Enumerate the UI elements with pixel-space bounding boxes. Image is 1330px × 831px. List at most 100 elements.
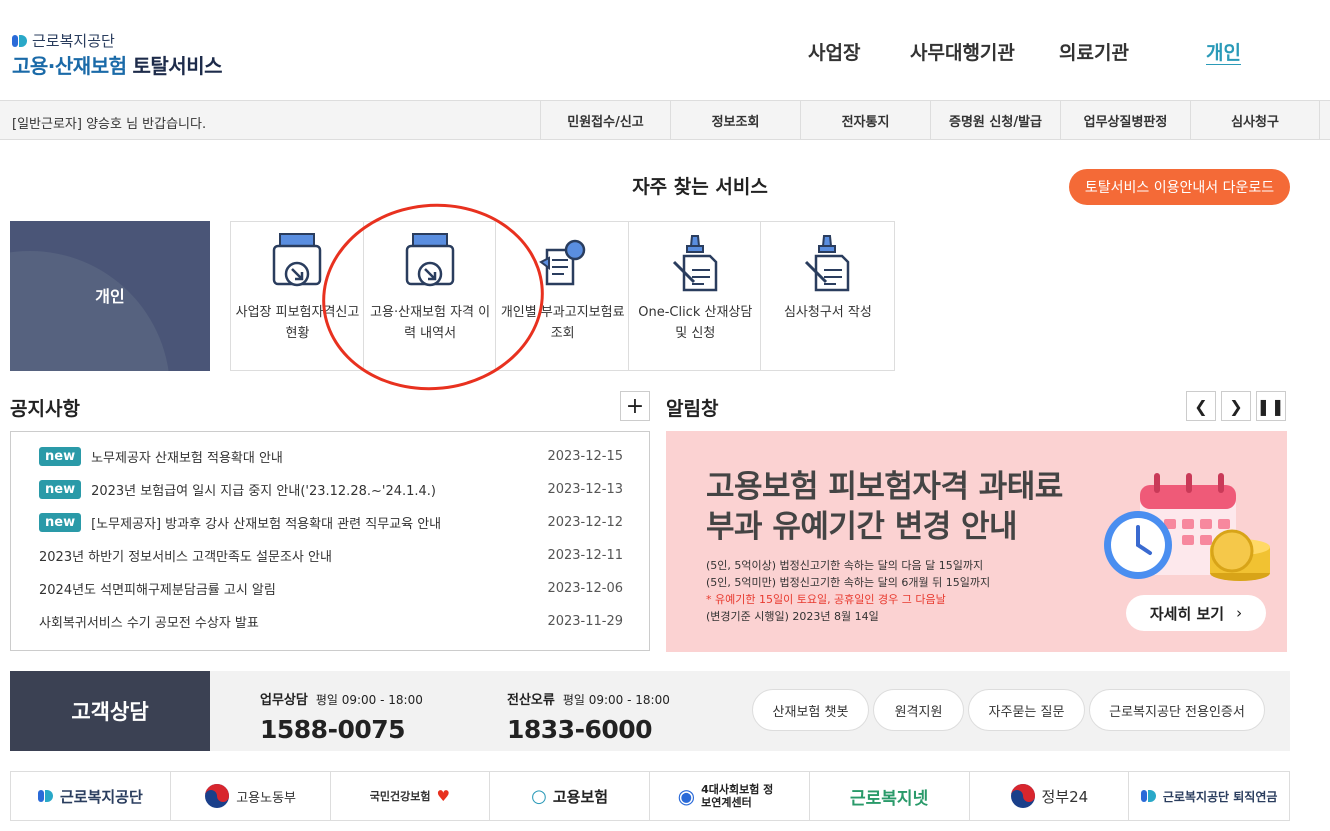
work-consult-title: 업무상담 — [260, 693, 308, 708]
work-consult-number: 1588-0075 — [260, 715, 406, 744]
notice-row[interactable]: new [노무제공자] 방과후 강사 산재보험 적용확대 관련 직무교육 안내 … — [39, 510, 623, 534]
menu-info-lookup[interactable]: 정보조회 — [670, 101, 800, 139]
notice-row[interactable]: new 노무제공자 산재보험 적용확대 안내 2023-12-15 — [39, 444, 623, 468]
notice-row-date: 2023-12-06 — [547, 580, 623, 596]
alert-banner[interactable]: 고용보험 피보험자격 과태료 부과 유예기간 변경 안내 (5인, 5억이상) … — [666, 431, 1287, 652]
notice-row-title: 노무제공자 산재보험 적용확대 안내 — [91, 450, 283, 466]
chevron-right-icon: ❯ — [1229, 396, 1243, 416]
ei-logo-icon: ○ — [531, 785, 547, 807]
consult-label: 고객상담 — [10, 671, 210, 751]
site-title[interactable]: 고용·산재보험 토탈서비스 — [12, 50, 222, 79]
service-item-oneclick-consult[interactable]: One-Click 산재상담 및 신청 — [629, 222, 762, 370]
notice-row-title: [노무제공자] 방과후 강사 산재보험 적용확대 관련 직무교육 안내 — [91, 516, 442, 532]
customer-consult-bar: 고객상담 업무상담 평일 09:00 - 18:00 1588-0075 전산오류… — [10, 671, 1290, 751]
taegeuk-icon — [1010, 784, 1035, 808]
footer-link-ei[interactable]: ○ 고용보험 — [490, 772, 650, 820]
notice-row-title: 사회복귀서비스 수기 공모전 수상자 발표 — [39, 615, 259, 631]
notice-row-title: 2023년 하반기 정보서비스 고객만족도 설문조사 안내 — [39, 549, 332, 565]
globe-icon: ◉ — [677, 784, 696, 808]
next-slide-button[interactable]: ❯ — [1221, 391, 1251, 421]
pause-icon: ❚❚ — [1256, 396, 1286, 416]
document-search-icon — [539, 239, 586, 286]
document-pen-icon — [672, 235, 718, 292]
notice-row[interactable]: 사회복귀서비스 수기 공모전 수상자 발표 2023-11-29 — [39, 609, 623, 633]
topnav-medical[interactable]: 의료기관 — [1059, 38, 1129, 65]
footer-label: 국민건강보험 — [369, 790, 431, 803]
banner-line-1: (5인, 5억이상) 법정신고기한 속하는 달의 다음 달 15일까지 — [706, 559, 984, 572]
notice-row-date: 2023-11-29 — [547, 613, 623, 629]
notice-list: new 노무제공자 산재보험 적용확대 안내 2023-12-15 new 20… — [10, 431, 650, 651]
error-consult-hours: 평일 09:00 - 18:00 — [562, 693, 670, 707]
notice-row[interactable]: 2023년 하반기 정보서비스 고객만족도 설문조사 안내 2023-12-11 — [39, 543, 623, 567]
category-label: 개인 — [95, 287, 125, 306]
document-download-icon — [272, 233, 322, 287]
header: 근로복지공단 고용·산재보험 토탈서비스 사업장 사무대행기관 의료기관 개인 — [0, 0, 1330, 100]
sub-menu-bar: [일반근로자] 양승호 님 반갑습니다. 민원접수/신고 정보조회 전자통지 증… — [0, 100, 1330, 140]
menu-certificate[interactable]: 증명원 신청/발급 — [930, 101, 1060, 139]
org-logo-icon — [12, 33, 28, 49]
notice-row[interactable]: new 2023년 보험급여 일시 지급 중지 안내('23.12.28.~'2… — [39, 477, 623, 501]
service-label: 심사청구서 작성 — [783, 305, 872, 320]
footer-link-4insure[interactable]: ◉ 4대사회보험 정보연계센터 — [650, 772, 810, 820]
notice-more-button[interactable]: + — [620, 391, 650, 421]
new-badge: new — [39, 446, 82, 466]
taegeuk-icon — [205, 784, 230, 808]
menu-civil-petition[interactable]: 민원접수/신고 — [540, 101, 670, 139]
comwel-logo-icon — [1140, 788, 1157, 804]
new-badge: new — [39, 479, 82, 499]
footer-link-welfare-net[interactable]: 근로복지넷 — [810, 772, 970, 820]
footer-label: 4대사회보험 정보연계센터 — [701, 783, 774, 809]
remote-support-button[interactable]: 원격지원 — [873, 689, 964, 731]
footer-link-nhis[interactable]: 국민건강보험 ♥ — [331, 772, 491, 820]
faq-button[interactable]: 자주묻는 질문 — [968, 689, 1085, 731]
banner-more-button[interactable]: 자세히 보기 › — [1126, 595, 1266, 631]
org-name: 근로복지공단 — [32, 32, 115, 50]
pause-slide-button[interactable]: ❚❚ — [1256, 391, 1286, 421]
chatbot-button[interactable]: 산재보험 챗봇 — [752, 689, 869, 731]
footer-link-gov24[interactable]: 정부24 — [970, 772, 1130, 820]
calendar-clock-coins-icon — [1104, 473, 1270, 581]
menu-e-notice[interactable]: 전자통지 — [800, 101, 930, 139]
org-logo[interactable]: 근로복지공단 — [12, 30, 115, 51]
notice-row-title: 2023년 보험급여 일시 지급 중지 안내('23.12.28.~'24.1.… — [91, 483, 437, 499]
menu-occupational-disease[interactable]: 업무상질병판정 — [1060, 101, 1190, 139]
notice-row-date: 2023-12-12 — [547, 514, 623, 530]
category-personal[interactable]: 개인 — [10, 221, 210, 371]
footer-link-pension[interactable]: 근로복지공단 퇴직연금 — [1129, 772, 1289, 820]
footer-label: 고용보험 — [552, 787, 609, 806]
notice-title: 공지사항 — [10, 398, 80, 420]
footer-link-comwel[interactable]: 근로복지공단 — [11, 772, 171, 820]
footer-label: 근로복지공단 — [59, 787, 143, 806]
banner-line-4: (변경기준 시행일) 2023년 8월 14일 — [706, 610, 879, 623]
banner-title-line1: 고용보험 피보험자격 과태료 — [706, 469, 1063, 505]
related-sites-bar: 근로복지공단 고용노동부 국민건강보험 ♥ ○ 고용보험 ◉ 4대사회보험 정보… — [10, 771, 1290, 821]
banner-title-line2: 부과 유예기간 변경 안내 — [706, 509, 1018, 545]
topnav-personal[interactable]: 개인 — [1206, 38, 1241, 65]
error-consult-number: 1833-6000 — [507, 715, 653, 744]
comwel-logo-icon — [37, 788, 54, 804]
welcome-text: [일반근로자] 양승호 님 반갑습니다. — [12, 117, 207, 132]
footer-label: 근로복지넷 — [850, 788, 929, 809]
work-consult-hours: 평일 09:00 - 18:00 — [315, 693, 423, 707]
menu-appeal[interactable]: 심사청구 — [1190, 101, 1320, 139]
service-item-appeal-form[interactable]: 심사청구서 작성 — [761, 222, 894, 370]
footer-link-moel[interactable]: 고용노동부 — [171, 772, 331, 820]
site-title-a: 고용·산재보험 — [12, 54, 127, 78]
guide-download-button[interactable]: 토탈서비스 이용안내서 다운로드 — [1069, 169, 1290, 205]
notice-row-date: 2023-12-11 — [547, 547, 623, 563]
site-title-b: 토탈서비스 — [132, 54, 223, 78]
footer-label: 근로복지공단 퇴직연금 — [1162, 789, 1278, 804]
error-consult-caption: 전산오류 평일 09:00 - 18:00 — [507, 689, 670, 708]
service-label: One-Click 산재상담 및 신청 — [638, 305, 753, 341]
banner-line-3: * 유예기한 15일이 토요일, 공휴일인 경우 그 다음날 — [706, 593, 946, 606]
notice-row-date: 2023-12-15 — [547, 448, 623, 464]
heart-icon: ♥ — [436, 787, 450, 805]
error-consult-title: 전산오류 — [507, 693, 555, 708]
footer-label: 고용노동부 — [236, 790, 297, 806]
alert-title: 알림창 — [666, 398, 719, 420]
certificate-button[interactable]: 근로복지공단 전용인증서 — [1089, 689, 1265, 731]
notice-row[interactable]: 2024년도 석면피해구제분담금률 고시 알림 2023-12-06 — [39, 576, 623, 600]
prev-slide-button[interactable]: ❮ — [1186, 391, 1216, 421]
topnav-workplace[interactable]: 사업장 — [808, 38, 860, 65]
topnav-agency[interactable]: 사무대행기관 — [910, 38, 1015, 65]
